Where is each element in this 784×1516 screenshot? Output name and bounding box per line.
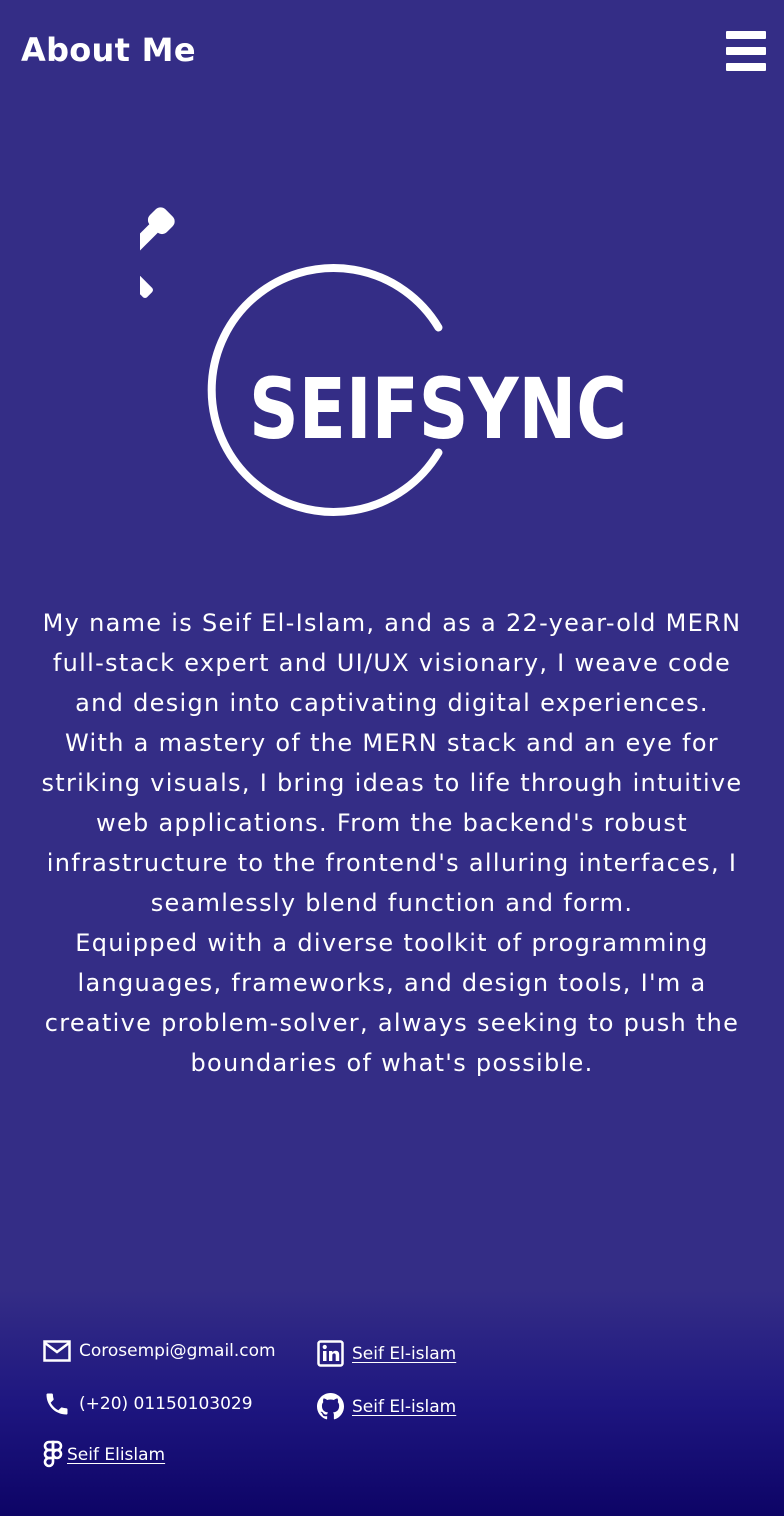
seifsync-logo: SEIFSYNC [140,200,640,540]
linkedin-icon [317,1340,344,1367]
menu-bar [726,63,766,71]
bio-paragraph: My name is Seif El-Islam, and as a 22-ye… [42,609,742,717]
phone-text: (+20) 01150103029 [79,1394,253,1414]
menu-bar [726,47,766,55]
bio-paragraph: With a mastery of the MERN stack and an … [41,729,743,917]
mail-icon [43,1340,71,1362]
phone-contact: (+20) 01150103029 [43,1390,253,1418]
header: About Me [0,0,784,100]
bio-text: My name is Seif El-Islam, and as a 22-ye… [40,603,744,1083]
menu-bar [726,31,766,39]
sword-circle-logo: SEIFSYNC [140,207,627,516]
figma-link[interactable]: Seif Elislam [43,1440,165,1470]
github-icon [317,1393,344,1420]
bio-paragraph: Equipped with a diverse toolkit of progr… [44,929,740,1077]
about-page: About Me SEIFSYNC My name is Seif El-Isl… [0,0,784,1516]
github-link[interactable]: Seif El-islam [317,1393,456,1420]
logo-wordmark: SEIFSYNC [249,360,627,458]
email-contact: Corosempi@gmail.com [43,1340,276,1362]
figma-icon [43,1440,63,1470]
figma-link-text[interactable]: Seif Elislam [67,1445,165,1465]
phone-icon [43,1390,71,1418]
linkedin-link[interactable]: Seif El-islam [317,1340,456,1367]
page-title: About Me [21,31,196,69]
footer: Corosempi@gmail.com (+20) 01150103029 Se… [0,1290,784,1516]
hamburger-menu-icon[interactable] [726,31,766,71]
github-link-text[interactable]: Seif El-islam [352,1397,456,1417]
linkedin-link-text[interactable]: Seif El-islam [352,1344,456,1364]
email-text: Corosempi@gmail.com [79,1341,276,1361]
